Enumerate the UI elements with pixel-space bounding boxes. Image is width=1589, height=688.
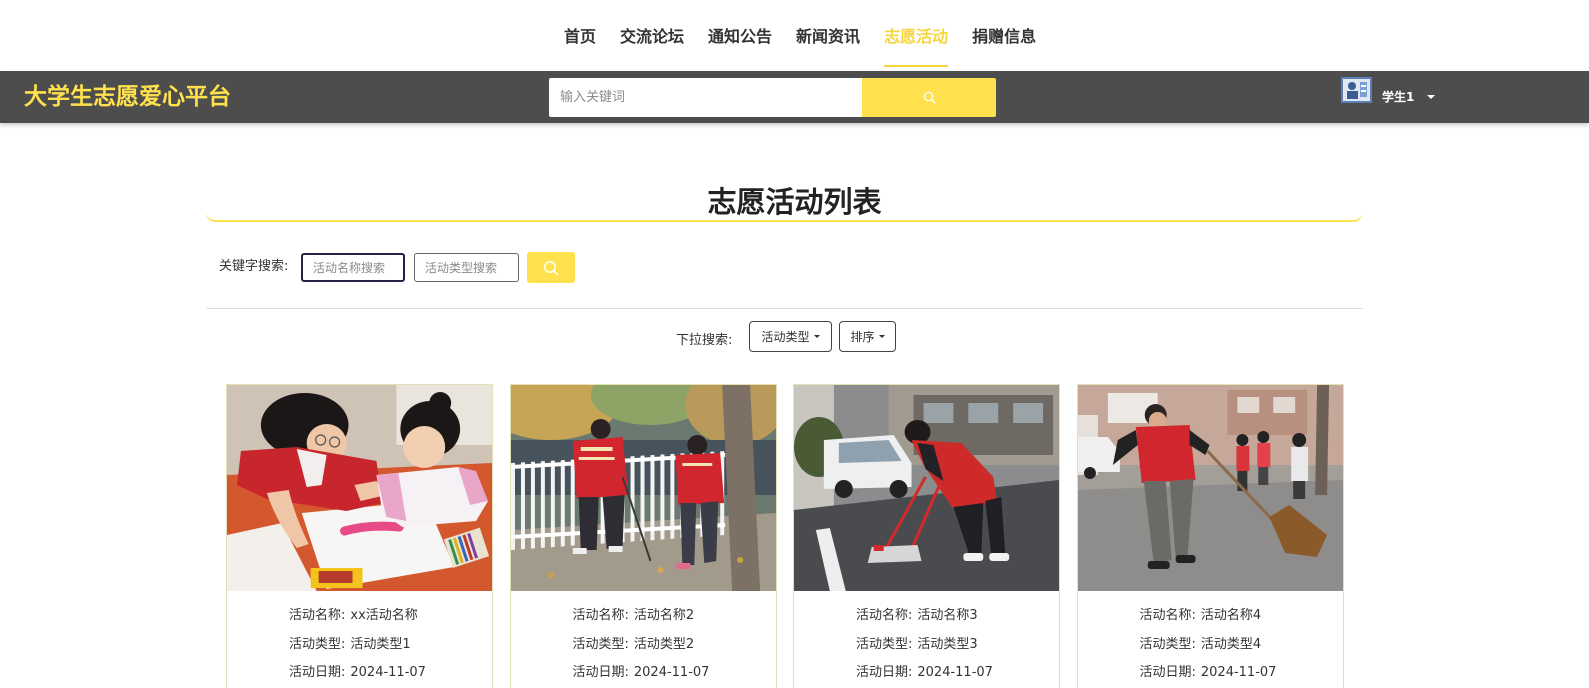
header-search-input[interactable] bbox=[549, 78, 862, 117]
activity-name-row: 活动名称: xx活动名称 bbox=[289, 602, 492, 631]
activity-type-label: 活动类型: bbox=[1139, 636, 1196, 652]
nav-item-home[interactable]: 首页 bbox=[564, 0, 596, 67]
activity-card[interactable]: 活动名称: 活动名称2 活动类型: 活动类型2 活动日期: 2024-11-07 bbox=[509, 384, 777, 688]
nav-item-forum[interactable]: 交流论坛 bbox=[620, 0, 684, 67]
activity-name-label: 活动名称: bbox=[289, 608, 346, 623]
activity-type-label: 活动类型: bbox=[856, 636, 913, 652]
header-search-button[interactable] bbox=[862, 78, 996, 117]
activity-date-label: 活动日期: bbox=[289, 665, 346, 680]
nav-item-news[interactable]: 新闻资讯 bbox=[796, 0, 860, 67]
activity-date-row: 活动日期: 2024-11-07 bbox=[289, 659, 492, 688]
activity-date: 2024-11-07 bbox=[633, 665, 710, 680]
activity-type: 活动类型4 bbox=[1200, 636, 1262, 652]
activity-name-label: 活动名称: bbox=[856, 608, 913, 623]
activity-type-dropdown[interactable]: 活动类型 bbox=[749, 321, 832, 352]
activity-card[interactable]: 活动名称: 活动名称3 活动类型: 活动类型3 活动日期: 2024-11-07 bbox=[793, 384, 1060, 688]
caret-down-icon bbox=[878, 335, 885, 338]
activity-type-label: 活动类型: bbox=[572, 636, 629, 652]
activity-type-row: 活动类型: 活动类型2 bbox=[573, 631, 776, 660]
activity-date-row: 活动日期: 2024-11-07 bbox=[573, 659, 776, 688]
caret-down-icon bbox=[813, 335, 820, 338]
activity-type-row: 活动类型: 活动类型1 bbox=[289, 631, 492, 660]
activity-name-label: 活动名称: bbox=[572, 608, 629, 623]
activity-date-row: 活动日期: 2024-11-07 bbox=[1140, 659, 1343, 688]
activity-name-search-input[interactable] bbox=[301, 253, 405, 282]
top-navigation: 首页 交流论坛 通知公告 新闻资讯 志愿活动 捐赠信息 bbox=[0, 0, 1589, 71]
activity-name: 活动名称2 bbox=[633, 608, 695, 623]
activity-type-dropdown-label: 活动类型 bbox=[761, 330, 810, 344]
sort-dropdown[interactable]: 排序 bbox=[839, 321, 896, 352]
activity-photo bbox=[510, 385, 776, 591]
activity-type-label: 活动类型: bbox=[289, 636, 346, 652]
site-title[interactable]: 大学生志愿爱心平台 bbox=[24, 71, 231, 123]
activity-type-row: 活动类型: 活动类型4 bbox=[1140, 631, 1343, 660]
nav-item-volunteer-activities[interactable]: 志愿活动 bbox=[884, 0, 949, 67]
activity-name-row: 活动名称: 活动名称4 bbox=[1140, 602, 1343, 631]
activity-type-search-input[interactable] bbox=[414, 253, 519, 282]
activity-card[interactable]: 活动名称: 活动名称4 活动类型: 活动类型4 活动日期: 2024-11-07 bbox=[1076, 384, 1344, 688]
activity-info: 活动名称: xx活动名称 活动类型: 活动类型1 活动日期: 2024-11-07 bbox=[227, 591, 492, 688]
user-name[interactable]: 学生1 bbox=[1382, 88, 1414, 106]
section-divider bbox=[206, 308, 1363, 309]
activity-name-row: 活动名称: 活动名称3 bbox=[856, 602, 1059, 631]
activity-date-row: 活动日期: 2024-11-07 bbox=[856, 659, 1059, 688]
activity-name: 活动名称4 bbox=[1200, 608, 1262, 623]
activity-photo bbox=[227, 385, 492, 591]
keyword-search-label: 关键字搜索: bbox=[219, 259, 289, 274]
activity-name-row: 活动名称: 活动名称2 bbox=[573, 602, 776, 631]
activity-info: 活动名称: 活动名称4 活动类型: 活动类型4 活动日期: 2024-11-07 bbox=[1078, 591, 1343, 688]
search-icon bbox=[923, 91, 936, 104]
activity-date: 2024-11-07 bbox=[350, 665, 426, 680]
page-title: 志愿活动列表 bbox=[707, 185, 882, 219]
sort-dropdown-label: 排序 bbox=[850, 330, 875, 344]
nav-item-donations[interactable]: 捐赠信息 bbox=[972, 0, 1036, 67]
activity-name: 活动名称3 bbox=[917, 608, 978, 623]
keyword-search-button[interactable] bbox=[527, 252, 575, 283]
activity-name-label: 活动名称: bbox=[1139, 608, 1196, 623]
activity-card[interactable]: 活动名称: xx活动名称 活动类型: 活动类型1 活动日期: 2024-11-07 bbox=[226, 384, 493, 688]
avatar[interactable] bbox=[1341, 77, 1372, 103]
activity-date-label: 活动日期: bbox=[1139, 665, 1196, 680]
dropdown-search-label: 下拉搜索: bbox=[676, 333, 733, 348]
nav-item-notices[interactable]: 通知公告 bbox=[708, 0, 772, 67]
activity-info: 活动名称: 活动名称3 活动类型: 活动类型3 活动日期: 2024-11-07 bbox=[794, 591, 1059, 688]
activity-info: 活动名称: 活动名称2 活动类型: 活动类型2 活动日期: 2024-11-07 bbox=[511, 591, 776, 688]
activity-name: xx活动名称 bbox=[350, 608, 418, 623]
search-icon bbox=[544, 260, 559, 275]
activity-date: 2024-11-07 bbox=[1200, 665, 1277, 680]
header-bar: 大学生志愿爱心平台 学生1 bbox=[0, 71, 1589, 123]
activity-date: 2024-11-07 bbox=[917, 665, 993, 680]
nav-menu: 首页 交流论坛 通知公告 新闻资讯 志愿活动 捐赠信息 bbox=[564, 0, 1036, 67]
activity-photo bbox=[1077, 385, 1343, 591]
activity-type: 活动类型1 bbox=[350, 636, 411, 652]
activity-card-list: 活动名称: xx活动名称 活动类型: 活动类型1 活动日期: 2024-11-07 bbox=[226, 384, 1344, 688]
activity-date-label: 活动日期: bbox=[856, 665, 913, 680]
activity-type: 活动类型3 bbox=[917, 636, 978, 652]
activity-date-label: 活动日期: bbox=[572, 665, 629, 680]
caret-down-icon[interactable] bbox=[1427, 95, 1435, 99]
activity-type-row: 活动类型: 活动类型3 bbox=[856, 631, 1059, 660]
activity-photo bbox=[794, 385, 1059, 591]
header-search bbox=[549, 78, 996, 117]
activity-type: 活动类型2 bbox=[633, 636, 695, 652]
